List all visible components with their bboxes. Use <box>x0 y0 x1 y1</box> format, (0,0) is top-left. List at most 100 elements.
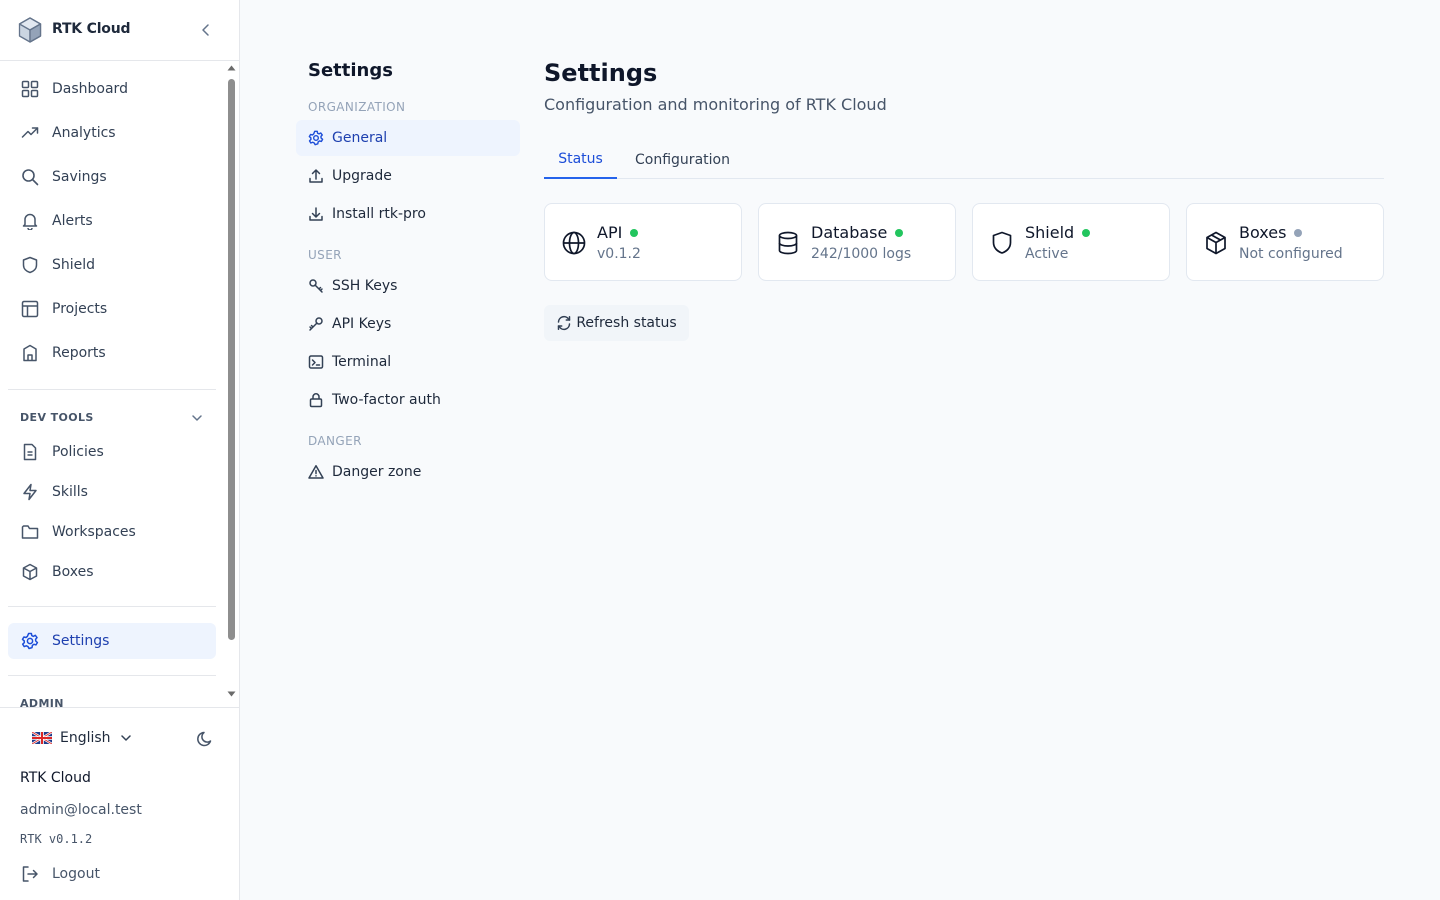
refresh-icon <box>556 315 572 331</box>
sidebar-item-settings[interactable]: Settings <box>8 623 216 659</box>
status-card-value: v0.1.2 <box>597 246 641 262</box>
database-icon <box>775 230 801 256</box>
subnav-item-label: Terminal <box>332 354 392 370</box>
footer-user-email: admin@local.test <box>20 802 142 818</box>
terminal-icon <box>308 354 324 370</box>
status-card-value: Active <box>1025 246 1069 262</box>
subnav-item-label: API Keys <box>332 316 392 332</box>
sidebar-item-label: Workspaces <box>52 524 136 540</box>
refresh-status-button[interactable]: Refresh status <box>544 305 689 341</box>
subnav-item-label: General <box>332 130 388 146</box>
footer-version: RTK v0.1.2 <box>20 832 93 846</box>
subnav-item-terminal[interactable]: Terminal <box>296 344 520 380</box>
status-card-name: API <box>597 223 623 242</box>
subnav-item-api-keys[interactable]: API Keys <box>296 306 520 342</box>
lock-icon <box>308 392 324 408</box>
lightning-icon <box>20 482 40 502</box>
chevron-down-icon <box>119 731 133 745</box>
scrollbar-thumb[interactable] <box>228 79 235 640</box>
shield-icon <box>989 230 1015 256</box>
tab-bar: Status Configuration <box>544 140 1384 179</box>
sidebar-item-savings[interactable]: Savings <box>8 159 216 195</box>
danger-heading: DANGER <box>308 434 362 448</box>
trending-up-icon <box>20 123 40 143</box>
logout-icon <box>20 864 40 884</box>
gear-icon <box>308 130 324 146</box>
globe-icon <box>561 230 587 256</box>
status-card-database[interactable]: Database 242/1000 logs <box>758 203 956 281</box>
logout-button[interactable]: Logout <box>8 856 216 892</box>
subnav-item-upgrade[interactable]: Upgrade <box>296 158 520 194</box>
sidebar-item-projects[interactable]: Projects <box>8 291 216 327</box>
scroll-down-arrow-icon[interactable] <box>227 691 236 697</box>
sidebar-nav: Dashboard Analytics Savings Alerts Shiel… <box>0 61 224 707</box>
subnav-item-danger-zone[interactable]: Danger zone <box>296 454 520 490</box>
subnav-item-label: Two-factor auth <box>332 392 441 408</box>
subnav-item-install-rtk-pro[interactable]: Install rtk-pro <box>296 196 520 232</box>
uk-flag-icon <box>32 732 52 744</box>
sidebar-item-label: Analytics <box>52 125 116 141</box>
warning-icon <box>308 464 324 480</box>
moon-icon[interactable] <box>196 730 214 748</box>
sidebar-item-analytics[interactable]: Analytics <box>8 115 216 151</box>
sidebar-item-label: Alerts <box>52 213 93 229</box>
subnav-item-two-factor-auth[interactable]: Two-factor auth <box>296 382 520 418</box>
footer-app-name: RTK Cloud <box>20 770 91 786</box>
status-card-title: Boxes <box>1239 223 1303 242</box>
box-icon <box>20 562 40 582</box>
sidebar-item-label: Shield <box>52 257 96 273</box>
language-selector[interactable]: English <box>32 730 133 746</box>
status-card-name: Boxes <box>1239 223 1287 242</box>
status-dot <box>895 228 904 237</box>
sidebar-item-label: Policies <box>52 444 104 460</box>
scroll-up-arrow-icon[interactable] <box>227 65 236 71</box>
folder-icon <box>20 522 40 542</box>
status-card-value: 242/1000 logs <box>811 246 912 262</box>
subnav-item-general[interactable]: General <box>296 120 520 156</box>
status-card-shield[interactable]: Shield Active <box>972 203 1170 281</box>
download-icon <box>308 206 324 222</box>
status-card-value: Not configured <box>1239 246 1343 262</box>
sidebar-item-shield[interactable]: Shield <box>8 247 216 283</box>
subnav-item-ssh-keys[interactable]: SSH Keys <box>296 268 520 304</box>
sidebar-divider <box>8 675 216 676</box>
dev-tools-heading: DEV TOOLS <box>20 411 94 424</box>
sidebar-divider <box>8 606 216 607</box>
sidebar-item-alerts[interactable]: Alerts <box>8 203 216 239</box>
page-title: Settings <box>544 59 658 87</box>
search-icon <box>20 167 40 187</box>
sidebar-item-dashboard[interactable]: Dashboard <box>8 71 216 107</box>
tab-label: Status <box>558 150 603 167</box>
user-heading: USER <box>308 248 342 262</box>
collapse-sidebar-button[interactable] <box>198 22 214 38</box>
language-label: English <box>60 730 111 746</box>
sidebar-item-policies[interactable]: Policies <box>8 434 216 470</box>
key-icon <box>308 278 324 294</box>
tab-configuration[interactable]: Configuration <box>625 140 740 179</box>
tab-status[interactable]: Status <box>544 140 617 179</box>
sidebar-item-workspaces[interactable]: Workspaces <box>8 514 216 550</box>
status-card-api[interactable]: API v0.1.2 <box>544 203 742 281</box>
brand-name: RTK Cloud <box>52 21 131 37</box>
upload-icon <box>308 168 324 184</box>
brand-header: RTK Cloud <box>0 0 239 61</box>
status-dot <box>630 228 639 237</box>
status-dot <box>1082 228 1091 237</box>
status-card-title: Shield <box>1025 223 1091 242</box>
sidebar-item-reports[interactable]: Reports <box>8 335 216 371</box>
sidebar-scrollbar[interactable] <box>224 61 239 707</box>
organization-heading: ORGANIZATION <box>308 100 406 114</box>
status-card-name: Database <box>811 223 888 242</box>
cube-logo-icon <box>18 17 42 43</box>
status-card-title: Database <box>811 223 904 242</box>
sidebar-item-label: Dashboard <box>52 81 128 97</box>
dashboard-icon <box>20 79 40 99</box>
key-icon <box>308 316 324 332</box>
status-card-boxes[interactable]: Boxes Not configured <box>1186 203 1384 281</box>
table-icon <box>20 299 40 319</box>
chevron-down-icon[interactable] <box>189 410 205 426</box>
sidebar-item-boxes[interactable]: Boxes <box>8 554 216 590</box>
sidebar-item-label: Settings <box>52 633 110 649</box>
bell-icon <box>20 211 40 231</box>
sidebar-item-skills[interactable]: Skills <box>8 474 216 510</box>
